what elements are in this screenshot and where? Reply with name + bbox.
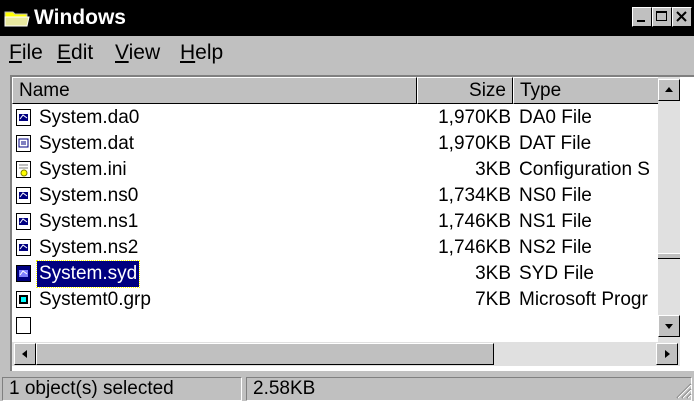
- menu-help-accel: H: [180, 41, 196, 64]
- program-group-icon: [16, 291, 32, 309]
- file-row-selected[interactable]: System.syd 3KB SYD File: [12, 260, 658, 288]
- column-header: Name Size Type: [12, 77, 680, 104]
- folder-icon: [4, 8, 30, 28]
- horizontal-scrollbar[interactable]: [12, 342, 680, 366]
- file-row[interactable]: [12, 313, 658, 339]
- menu-file-accel: F: [9, 41, 22, 64]
- close-button[interactable]: [672, 7, 692, 27]
- minimize-icon: [637, 20, 645, 22]
- file-icon: [16, 317, 32, 335]
- scroll-down-button[interactable]: [658, 315, 680, 337]
- file-type: NS0 File: [519, 185, 592, 206]
- file-row[interactable]: System.ini 3KB Configuration S: [12, 157, 658, 183]
- file-name: System.da0: [39, 107, 140, 128]
- file-row[interactable]: System.ns0 1,734KB NS0 File: [12, 183, 658, 209]
- menu-help-label: elp: [195, 41, 224, 64]
- menu-bar: File Edit View Help: [0, 36, 694, 70]
- status-bar: 1 object(s) selected 2.58KB: [0, 375, 694, 401]
- vertical-scroll-thumb[interactable]: [658, 253, 680, 259]
- menu-view-accel: V: [115, 41, 129, 64]
- file-size: 1,746KB: [438, 211, 511, 232]
- dat-file-icon: [16, 135, 32, 153]
- file-type: SYD File: [519, 263, 594, 284]
- resize-grip-icon[interactable]: [674, 381, 692, 399]
- system-file-icon: [16, 187, 32, 205]
- file-row[interactable]: System.dat 1,970KB DAT File: [12, 131, 658, 157]
- system-file-icon: [16, 239, 32, 257]
- arrow-up-icon: [665, 87, 673, 92]
- file-size: 1,970KB: [438, 133, 511, 154]
- horizontal-scroll-thumb[interactable]: [36, 343, 494, 365]
- scroll-left-button[interactable]: [14, 343, 36, 365]
- config-file-icon: [16, 161, 32, 179]
- column-header-type[interactable]: Type: [513, 77, 680, 104]
- maximize-button[interactable]: [652, 7, 672, 27]
- file-rows: System.da0 1,970KB DA0 File System.dat 1…: [12, 105, 658, 340]
- file-type: NS2 File: [519, 237, 592, 258]
- arrow-right-icon: [665, 350, 670, 358]
- status-selection: 1 object(s) selected: [2, 377, 242, 401]
- file-size: 1,734KB: [438, 185, 511, 206]
- minimize-button[interactable]: [632, 7, 652, 27]
- maximize-icon: [656, 11, 667, 21]
- window-title: Windows: [34, 6, 126, 29]
- menu-edit[interactable]: Edit: [57, 40, 93, 66]
- file-size: 1,746KB: [438, 237, 511, 258]
- file-type: DA0 File: [519, 107, 592, 128]
- arrow-left-icon: [22, 350, 27, 358]
- file-name: System.dat: [39, 133, 135, 154]
- scroll-up-button[interactable]: [658, 79, 680, 101]
- file-type: Microsoft Progr: [519, 289, 648, 310]
- file-name: System.ns0: [39, 185, 139, 206]
- file-name: System.ini: [39, 159, 127, 180]
- file-list[interactable]: Name Size Type System.da0 1,970KB DA0 Fi…: [10, 75, 694, 371]
- file-type: Configuration S: [519, 159, 650, 180]
- menu-view[interactable]: View: [115, 40, 160, 66]
- file-size: 3KB: [475, 263, 511, 284]
- scroll-right-button[interactable]: [656, 343, 678, 365]
- status-size: 2.58KB: [246, 377, 692, 401]
- file-type: NS1 File: [519, 211, 592, 232]
- menu-edit-label: dit: [71, 41, 94, 64]
- file-row[interactable]: System.ns1 1,746KB NS1 File: [12, 209, 658, 235]
- file-size: 1,970KB: [438, 107, 511, 128]
- system-file-icon: [16, 109, 32, 127]
- file-name: System.ns1: [39, 211, 139, 232]
- file-name: Systemt0.grp: [39, 289, 151, 310]
- file-row[interactable]: System.da0 1,970KB DA0 File: [12, 105, 658, 131]
- file-name: System.ns2: [39, 237, 139, 258]
- vertical-scrollbar[interactable]: [658, 77, 680, 342]
- menu-help[interactable]: Help: [180, 40, 223, 66]
- file-size: 3KB: [475, 159, 511, 180]
- menu-file[interactable]: File: [9, 40, 43, 66]
- menu-edit-accel: E: [57, 41, 72, 64]
- file-row[interactable]: System.ns2 1,746KB NS2 File: [12, 235, 658, 261]
- menu-file-label: ile: [21, 41, 43, 64]
- column-header-name[interactable]: Name: [12, 77, 417, 104]
- close-icon: [676, 11, 687, 22]
- system-file-icon: [16, 265, 32, 283]
- title-bar[interactable]: Windows: [0, 0, 694, 36]
- menu-view-label: iew: [128, 41, 161, 64]
- file-name: System.syd: [35, 260, 141, 288]
- column-header-size[interactable]: Size: [417, 77, 513, 104]
- explorer-window: Windows File Edit View Help Name Size Ty…: [0, 0, 694, 401]
- file-row[interactable]: Systemt0.grp 7KB Microsoft Progr: [12, 287, 658, 313]
- system-file-icon: [16, 213, 32, 231]
- file-type: DAT File: [519, 133, 592, 154]
- file-size: 7KB: [475, 289, 511, 310]
- arrow-down-icon: [665, 324, 673, 329]
